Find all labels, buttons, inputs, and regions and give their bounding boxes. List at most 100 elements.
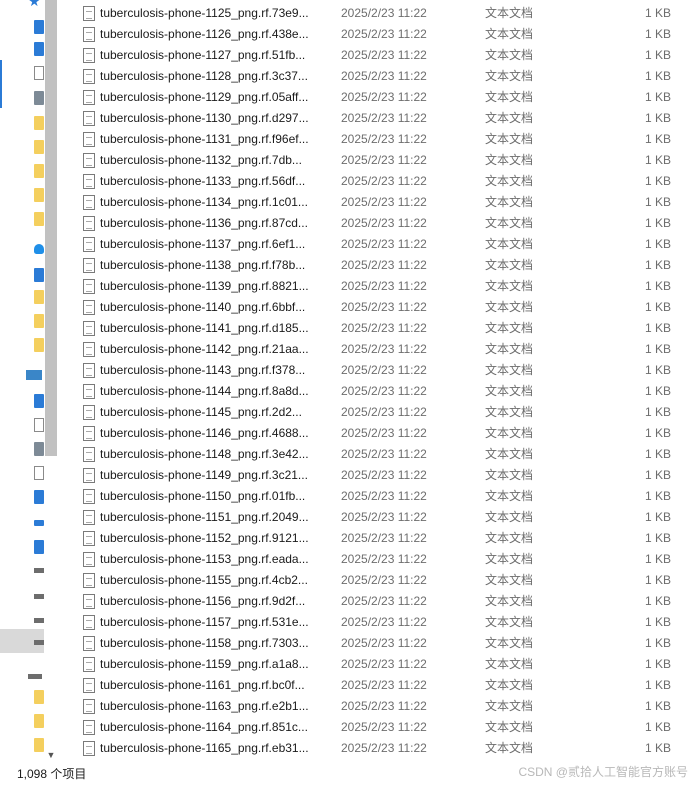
file-explorer-window: ★ ▼ tuberculosis-phone-1125_png.rf.73e9.… [0,0,696,785]
file-row[interactable]: tuberculosis-phone-1137_png.rf.6ef1... 20… [78,234,696,255]
nav-folder-icon[interactable] [34,314,44,328]
file-type: 文本文档 [485,258,534,272]
text-file-icon [83,636,95,651]
text-file-icon [83,678,95,693]
file-row[interactable]: tuberculosis-phone-1155_png.rf.4cb2... 20… [78,570,696,591]
file-size: 1 KB [644,594,671,608]
file-type: 文本文档 [485,447,534,461]
file-row[interactable]: tuberculosis-phone-1126_png.rf.438e... 20… [78,24,696,45]
file-type: 文本文档 [485,657,534,671]
file-row[interactable]: tuberculosis-phone-1148_png.rf.3e42... 20… [78,444,696,465]
text-file-icon [83,48,95,63]
file-row[interactable]: tuberculosis-phone-1127_png.rf.51fb... 20… [78,45,696,66]
file-row[interactable]: tuberculosis-phone-1139_png.rf.8821... 20… [78,276,696,297]
file-row[interactable]: tuberculosis-phone-1133_png.rf.56df... 20… [78,171,696,192]
file-row[interactable]: tuberculosis-phone-1125_png.rf.73e9... 20… [78,3,696,24]
file-row[interactable]: tuberculosis-phone-1131_png.rf.f96ef... 2… [78,129,696,150]
nav-3d-objects-icon[interactable] [34,394,44,408]
nav-folder-icon[interactable] [34,290,44,304]
nav-drive-icon[interactable] [34,594,44,599]
nav-this-pc-icon[interactable] [26,370,42,380]
file-row[interactable]: tuberculosis-phone-1128_png.rf.3c37... 20… [78,66,696,87]
nav-documents-icon[interactable] [34,466,44,480]
nav-music-icon[interactable] [34,520,44,526]
file-name: tuberculosis-phone-1158_png.rf.7303... [100,636,309,650]
file-name: tuberculosis-phone-1130_png.rf.d297... [100,111,309,125]
text-file-icon [83,111,95,126]
nav-folder-icon[interactable] [34,690,44,704]
nav-downloads-icon[interactable] [34,42,44,56]
file-row[interactable]: tuberculosis-phone-1153_png.rf.eada... 20… [78,549,696,570]
file-name: tuberculosis-phone-1140_png.rf.6bbf... [100,300,306,314]
file-size: 1 KB [644,279,671,293]
scroll-down-arrow-icon[interactable]: ▼ [44,748,58,762]
file-row[interactable]: tuberculosis-phone-1149_png.rf.3c21... 20… [78,465,696,486]
nav-scroll-thumb[interactable] [45,0,57,456]
file-row[interactable]: tuberculosis-phone-1136_png.rf.87cd... 20… [78,213,696,234]
nav-folder-icon[interactable] [34,116,44,130]
file-row[interactable]: tuberculosis-phone-1146_png.rf.4688... 20… [78,423,696,444]
nav-folder-icon[interactable] [34,212,44,226]
nav-folder-icon[interactable] [34,738,44,752]
nav-drive-icon[interactable] [34,618,44,623]
file-row[interactable]: tuberculosis-phone-1144_png.rf.8a8d... 20… [78,381,696,402]
nav-scrollbar[interactable]: ▼ [44,0,58,763]
file-row[interactable]: tuberculosis-phone-1141_png.rf.d185... 20… [78,318,696,339]
file-row[interactable]: tuberculosis-phone-1143_png.rf.f378... 20… [78,360,696,381]
file-row[interactable]: tuberculosis-phone-1159_png.rf.a1a8... 20… [78,654,696,675]
file-row[interactable]: tuberculosis-phone-1156_png.rf.9d2f... 20… [78,591,696,612]
nav-pictures-icon[interactable] [34,442,44,456]
file-row[interactable]: tuberculosis-phone-1157_png.rf.531e... 20… [78,612,696,633]
nav-drive-icon[interactable] [34,640,44,645]
file-row[interactable]: tuberculosis-phone-1151_png.rf.2049... 20… [78,507,696,528]
nav-folder-icon[interactable] [34,140,44,154]
nav-documents-icon[interactable] [34,66,44,80]
file-modified-date: 2025/2/23 11:22 [341,531,427,545]
file-row[interactable]: tuberculosis-phone-1130_png.rf.d297... 20… [78,108,696,129]
navigation-pane[interactable]: ★ [0,0,44,763]
nav-folder-icon[interactable] [34,188,44,202]
file-row[interactable]: tuberculosis-phone-1134_png.rf.1c01... 20… [78,192,696,213]
file-modified-date: 2025/2/23 11:22 [341,426,427,440]
nav-pictures-icon[interactable] [34,91,44,105]
file-row[interactable]: tuberculosis-phone-1142_png.rf.21aa... 20… [78,339,696,360]
file-list[interactable]: tuberculosis-phone-1125_png.rf.73e9... 20… [78,0,696,763]
file-row[interactable]: tuberculosis-phone-1161_png.rf.bc0f... 20… [78,675,696,696]
file-row[interactable]: tuberculosis-phone-1163_png.rf.e2b1... 20… [78,696,696,717]
file-row[interactable]: tuberculosis-phone-1132_png.rf.7db... 202… [78,150,696,171]
text-file-icon [83,615,95,630]
nav-downloads-icon[interactable] [34,490,44,504]
file-type: 文本文档 [485,300,534,314]
text-file-icon [83,699,95,714]
file-row[interactable]: tuberculosis-phone-1165_png.rf.eb31... 20… [78,738,696,759]
nav-drive-icon[interactable] [34,568,44,573]
file-row[interactable]: tuberculosis-phone-1145_png.rf.2d2... 202… [78,402,696,423]
file-name: tuberculosis-phone-1144_png.rf.8a8d... [100,384,309,398]
text-file-icon [83,384,95,399]
nav-folder-icon[interactable] [34,164,44,178]
nav-desktop-icon[interactable] [34,20,44,34]
nav-network-drive-icon[interactable] [28,674,42,679]
file-row[interactable]: tuberculosis-phone-1138_png.rf.f78b... 20… [78,255,696,276]
file-row[interactable]: tuberculosis-phone-1164_png.rf.851c... 20… [78,717,696,738]
file-type: 文本文档 [485,426,534,440]
file-modified-date: 2025/2/23 11:22 [341,153,427,167]
nav-folder-icon[interactable] [34,714,44,728]
nav-folder-icon[interactable] [34,338,44,352]
file-row[interactable]: tuberculosis-phone-1158_png.rf.7303... 20… [78,633,696,654]
text-file-icon [83,405,95,420]
nav-video-icon[interactable] [34,418,44,432]
file-row[interactable]: tuberculosis-phone-1152_png.rf.9121... 20… [78,528,696,549]
file-modified-date: 2025/2/23 11:22 [341,195,427,209]
text-file-icon [83,363,95,378]
quick-access-star-icon[interactable]: ★ [28,0,41,8]
file-type: 文本文档 [485,405,534,419]
nav-desktop-icon[interactable] [34,540,44,554]
nav-onedrive-cloud-icon[interactable] [34,244,44,254]
file-size: 1 KB [644,48,671,62]
file-row[interactable]: tuberculosis-phone-1129_png.rf.05aff... 2… [78,87,696,108]
file-row[interactable]: tuberculosis-phone-1150_png.rf.01fb... 20… [78,486,696,507]
file-size: 1 KB [644,720,671,734]
nav-user-icon[interactable] [34,268,44,282]
file-row[interactable]: tuberculosis-phone-1140_png.rf.6bbf... 20… [78,297,696,318]
